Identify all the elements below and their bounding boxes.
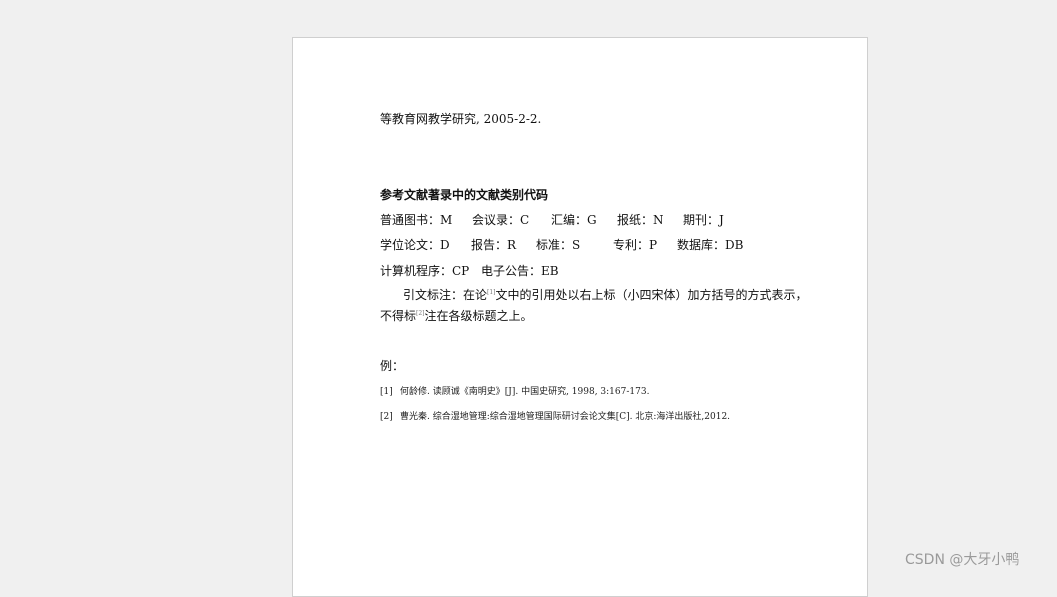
- superscript-ref: [2]: [416, 310, 425, 317]
- code-item: 报纸：N: [617, 213, 664, 227]
- reference-item: [2] 曹光秦. 综合湿地管理:综合湿地管理国际研讨会论文集[C]. 北京:海洋出…: [380, 412, 730, 423]
- codes-row-1: 普通图书：M 会议录：C 汇编：G 报纸：N 期刊：J: [380, 213, 724, 227]
- document-page: 等教育网教学研究, 2005-2-2. 参考文献著录中的文献类别代码 普通图书：…: [292, 37, 868, 597]
- reference-text: 何龄修. 读顾诚《南明史》[J]. 中国史研究, 1998, 3:167-173…: [400, 387, 650, 397]
- section-heading: 参考文献著录中的文献类别代码: [380, 188, 549, 202]
- example-label: 例：: [380, 359, 405, 373]
- code-item: 数据库：DB: [677, 238, 744, 252]
- citation-note-line-1: 引文标注：在论[1]文中的引用处以右上标（小四宋体）加方括号的方式表示，: [403, 288, 808, 302]
- code-item: 标准：S: [536, 238, 581, 252]
- watermark: CSDN @大牙小鸭: [905, 552, 1020, 568]
- code-item: 电子公告：EB: [481, 264, 559, 278]
- code-item: 汇编：G: [551, 213, 597, 227]
- top-line: 等教育网教学研究, 2005-2-2.: [380, 112, 542, 126]
- code-item: 普通图书：M: [380, 213, 453, 227]
- citation-note-line-2: 不得标[2]注在各级标题之上。: [380, 309, 533, 323]
- note-text: 不得标: [380, 309, 417, 323]
- code-item: 计算机程序：CP: [380, 264, 470, 278]
- reference-number: [1]: [380, 387, 393, 397]
- reference-number: [2]: [380, 412, 393, 422]
- code-item: 专利：P: [613, 238, 658, 252]
- reference-text: 曹光秦. 综合湿地管理:综合湿地管理国际研讨会论文集[C]. 北京:海洋出版社,…: [400, 412, 731, 422]
- note-text: 文中的引用处以右上标（小四宋体）加方括号的方式表示，: [495, 288, 808, 302]
- code-item: 期刊：J: [683, 213, 724, 227]
- note-text: 引文标注：在论: [403, 288, 488, 302]
- codes-row-3: 计算机程序：CP 电子公告：EB: [380, 264, 559, 278]
- code-item: 会议录：C: [472, 213, 530, 227]
- superscript-ref: [1]: [487, 289, 496, 296]
- note-text: 注在各级标题之上。: [424, 309, 533, 323]
- code-item: 学位论文：D: [380, 238, 450, 252]
- code-item: 报告：R: [471, 238, 517, 252]
- reference-item: [1] 何龄修. 读顾诚《南明史》[J]. 中国史研究, 1998, 3:167-…: [380, 387, 649, 398]
- codes-row-2: 学位论文：D 报告：R 标准：S 专利：P 数据库：DB: [380, 238, 743, 252]
